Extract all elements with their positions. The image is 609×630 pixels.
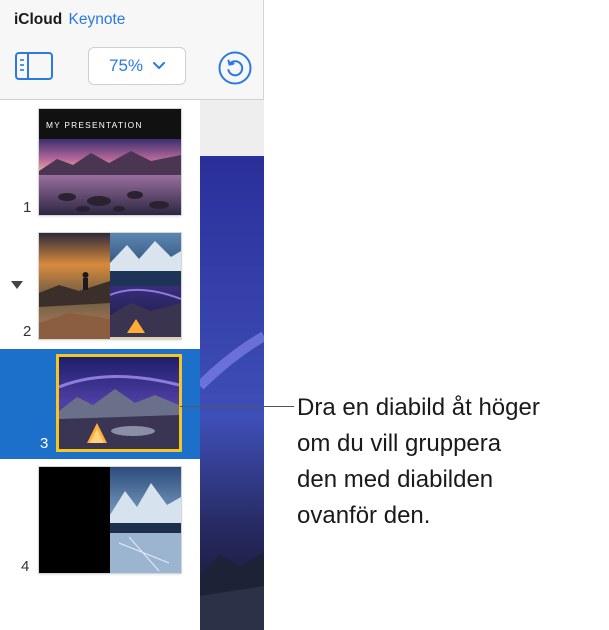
app-brand: iCloud Keynote <box>14 11 125 29</box>
slide-number: 4 <box>21 558 30 575</box>
zoom-select[interactable]: 75% <box>88 47 186 85</box>
slide-number: 1 <box>23 199 32 216</box>
current-slide-canvas[interactable] <box>200 156 264 630</box>
slide-4-image <box>39 467 181 573</box>
slide-2-image <box>39 233 181 339</box>
undo-arrow-icon <box>218 51 252 85</box>
brand-icloud: iCloud <box>14 11 63 28</box>
slide-navigator-toggle-button[interactable] <box>14 51 54 81</box>
slide-thumbnail[interactable]: MY PRESENTATION <box>39 109 181 215</box>
callout-annotation: Dra en diabild åt höger om du vill grupp… <box>297 390 607 534</box>
slide-item-1[interactable]: 1 MY PRESENTATION <box>0 100 200 220</box>
callout-leader-line <box>180 406 294 407</box>
callout-line-1: Dra en diabild åt höger <box>297 394 540 421</box>
toolbar-header: iCloud Keynote 75% <box>0 0 263 100</box>
slide-item-2[interactable]: 2 <box>0 224 200 344</box>
triangle-down-icon[interactable] <box>10 280 24 290</box>
slide-number: 2 <box>23 323 32 340</box>
callout-line-3: den med diabilden <box>297 466 494 493</box>
slide-3-image <box>59 357 179 449</box>
slide-thumbnail-selected[interactable] <box>59 357 179 449</box>
slide-thumbnail[interactable] <box>39 233 181 339</box>
slide-1-image: MY PRESENTATION <box>39 109 181 215</box>
slide-title: MY PRESENTATION <box>46 120 143 130</box>
canvas-slide-image <box>200 156 264 630</box>
callout-line-4: ovanför den. <box>297 502 431 529</box>
chevron-down-icon <box>153 62 166 69</box>
slide-thumbnail[interactable] <box>39 467 181 573</box>
slide-number: 3 <box>40 435 49 452</box>
undo-button[interactable] <box>218 51 252 85</box>
zoom-value: 75% <box>108 56 144 75</box>
sidebar-toggle-icon <box>15 52 53 80</box>
callout-line-2: om du vill gruppera <box>297 430 502 457</box>
brand-app-name[interactable]: Keynote <box>69 11 126 28</box>
slide-canvas-area[interactable] <box>200 100 264 630</box>
slide-item-3[interactable]: 3 <box>0 349 200 459</box>
slide-item-4[interactable]: 4 <box>0 462 200 582</box>
